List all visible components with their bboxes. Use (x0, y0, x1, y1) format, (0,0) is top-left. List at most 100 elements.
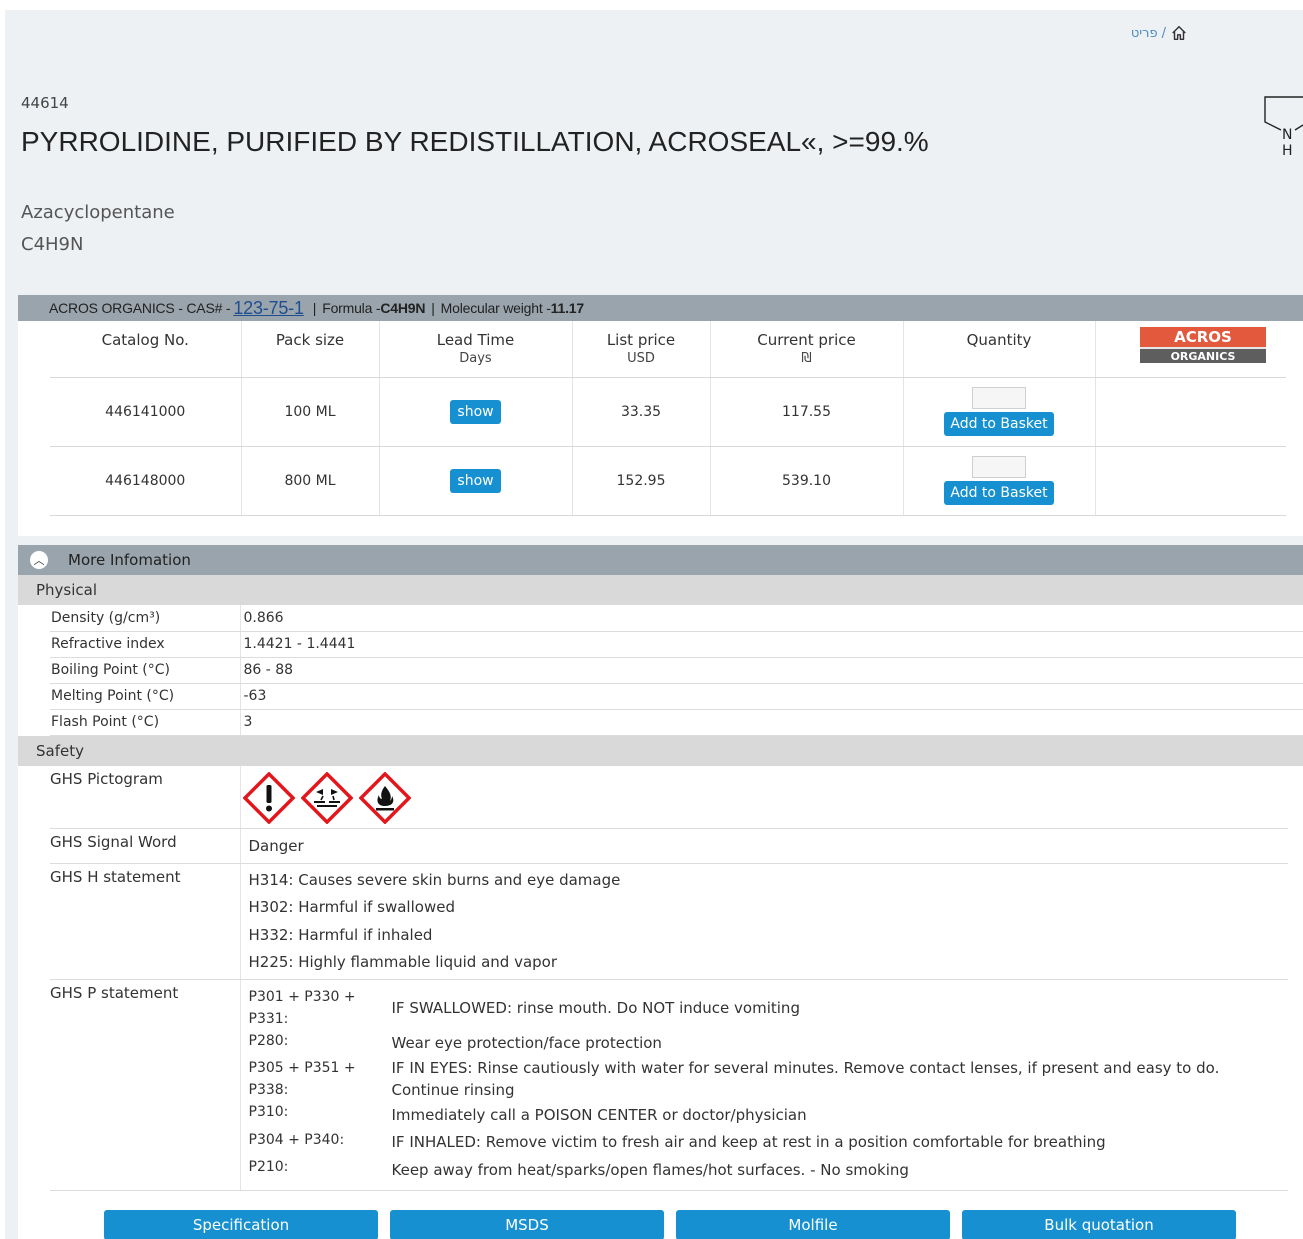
page-title: PYRROLIDINE, PURIFIED BY REDISTILLATION,… (21, 126, 929, 157)
catalog-cell: 446148000 (50, 446, 242, 516)
p-text: Wear eye protection/face protection (391, 1034, 662, 1053)
mw-label: Molecular weight - (440, 300, 551, 316)
col-quantity: Quantity (903, 321, 1096, 378)
p-code: P310: (248, 1104, 289, 1120)
p-code: P305 + P351 + P338: (248, 1060, 356, 1098)
table-row: Melting Point (°C) -63 (50, 683, 1303, 710)
p-code: P304 + P340: (248, 1131, 345, 1148)
p-text: IF INHALED: Remove victim to fresh air a… (391, 1133, 1106, 1152)
col-lead: Lead Time Days (379, 321, 573, 378)
product-formula: C4H9N (21, 234, 84, 255)
brand-label: ACROS ORGANICS - CAS# - (49, 300, 231, 316)
cas-link[interactable]: 123-75-1 (233, 298, 304, 319)
more-information-title: More Infomation (68, 551, 191, 569)
current-price-cell: 539.10 (710, 446, 904, 516)
signal-word: Danger (248, 836, 304, 855)
table-row: Density (g/cm³) 0.866 (50, 605, 1303, 632)
more-information-panel: ︿ More Infomation Physical Density (g/cm… (18, 545, 1303, 1239)
specification-button[interactable]: Specification (104, 1210, 378, 1239)
property-name: Refractive index (50, 631, 240, 658)
table-row: GHS P statement P301 + P330 + P331: IF S… (50, 979, 1289, 1191)
structure-image: N H (1264, 96, 1303, 159)
product-card: ACROS ORGANICS - CAS# - 123-75-1 | Formu… (18, 295, 1303, 536)
formula-value: C4H9N (380, 300, 426, 316)
structure-h-label: H (1282, 143, 1293, 159)
property-name: Boiling Point (°C) (50, 657, 240, 684)
p-code: P280: (248, 1032, 289, 1049)
p-code: P210: (248, 1159, 289, 1175)
h-statement: H332: Harmful if inhaled (248, 925, 433, 944)
acros-organics-logo: ACROS ORGANICS (1140, 327, 1266, 367)
p-text: IF IN EYES: Rinse cautiously with water … (391, 1059, 1220, 1099)
product-synonym: Azacyclopentane (21, 202, 175, 223)
p-statements: P301 + P330 + P331: IF SWALLOWED: rinse … (249, 980, 1289, 1190)
add-to-basket-button[interactable]: Add to Basket (944, 412, 1054, 436)
property-value: -63 (239, 683, 1303, 710)
table-row: Flash Point (°C) 3 (50, 709, 1303, 736)
p-text: IF SWALLOWED: rinse mouth. Do NOT induce… (391, 998, 800, 1017)
msds-button[interactable]: MSDS (390, 1210, 664, 1239)
pack-cell: 100 ML (241, 377, 380, 447)
formula-label: Formula - (322, 300, 381, 316)
property-name: Density (g/cm³) (50, 605, 240, 632)
property-value: 3 (239, 709, 1303, 736)
p-code: P301 + P330 + P331: (248, 988, 356, 1027)
safety-table: GHS Pictogram GHS Signal Word Danger GHS… (50, 765, 1289, 1191)
flame-pictogram-icon (358, 771, 411, 824)
safety-section-title: Safety (18, 735, 1303, 766)
physical-section-title: Physical (18, 575, 1303, 605)
col-logo: ACROS ORGANICS (1095, 321, 1286, 378)
quantity-input[interactable] (972, 387, 1026, 409)
ghs-p-label: GHS P statement (50, 979, 240, 1191)
property-name: Melting Point (°C) (50, 683, 240, 710)
list-price-cell: 152.95 (572, 446, 711, 516)
table-row: Refractive index 1.4421 - 1.4441 (50, 631, 1303, 658)
catalog-cell: 446141000 (50, 377, 242, 447)
breadcrumb-separator: / (1161, 25, 1166, 41)
quantity-input[interactable] (972, 456, 1026, 478)
h-statement: H314: Causes severe skin burns and eye d… (248, 870, 621, 889)
show-lead-time-button[interactable]: show (450, 468, 501, 493)
col-current-price: Current price ₪ (710, 321, 904, 378)
property-name: Flash Point (°C) (50, 709, 240, 736)
table-row: Boiling Point (°C) 86 - 88 (50, 657, 1303, 684)
col-list-price: List price USD (572, 321, 711, 378)
property-value: 0.866 (239, 605, 1303, 632)
property-value: 1.4421 - 1.4441 (239, 631, 1303, 658)
header-separator: | (431, 300, 435, 316)
exclamation-pictogram-icon (242, 771, 295, 824)
ghs-pictogram-label: GHS Pictogram (50, 765, 240, 829)
p-text: Immediately call a POISON CENTER or doct… (391, 1105, 807, 1124)
breadcrumb: פריט / (1131, 24, 1188, 42)
chevron-up-icon[interactable]: ︿ (30, 551, 48, 569)
breadcrumb-current[interactable]: פריט (1131, 26, 1158, 41)
bulk-quotation-button[interactable]: Bulk quotation (962, 1210, 1236, 1239)
ghs-signal-label: GHS Signal Word (50, 828, 240, 864)
more-information-header[interactable]: ︿ More Infomation (18, 545, 1303, 575)
home-icon[interactable] (1170, 24, 1188, 42)
product-card-header: ACROS ORGANICS - CAS# - 123-75-1 | Formu… (18, 295, 1303, 321)
table-row: GHS H statement H314: Causes severe skin… (50, 863, 1288, 980)
page: פריט / 44614 PYRROLIDINE, PURIFIED BY RE… (5, 10, 1303, 1239)
physical-table: Density (g/cm³) 0.866 Refractive index 1.4… (50, 605, 1303, 736)
products-table: Catalog No. Pack size Lead Time Days List… (50, 321, 1286, 516)
h-statement: H302: Harmful if swallowed (248, 898, 455, 916)
mw-value: 11.17 (550, 300, 584, 316)
molfile-button[interactable]: Molfile (676, 1210, 950, 1239)
table-row: 446141000 100 ML show 33.35 117.55 Add t… (50, 377, 1286, 447)
corrosion-pictogram-icon (300, 771, 353, 824)
show-lead-time-button[interactable]: show (450, 399, 501, 424)
col-catalog: Catalog No. (50, 321, 242, 378)
header-separator: | (312, 300, 317, 316)
p-text: Keep away from heat/sparks/open flames/h… (391, 1160, 909, 1179)
property-value: 86 - 88 (239, 657, 1303, 684)
add-to-basket-button[interactable]: Add to Basket (944, 481, 1054, 505)
col-pack: Pack size (241, 321, 380, 378)
structure-n-label: N (1282, 127, 1292, 143)
catalog-number: 44614 (21, 94, 69, 112)
table-row: GHS Signal Word Danger (50, 828, 1288, 864)
document-buttons: Specification MSDS Molfile Bulk quotatio… (104, 1210, 1236, 1239)
ghs-pictograms (242, 766, 1289, 828)
pack-cell: 800 ML (241, 446, 380, 516)
ghs-h-label: GHS H statement (50, 863, 240, 980)
